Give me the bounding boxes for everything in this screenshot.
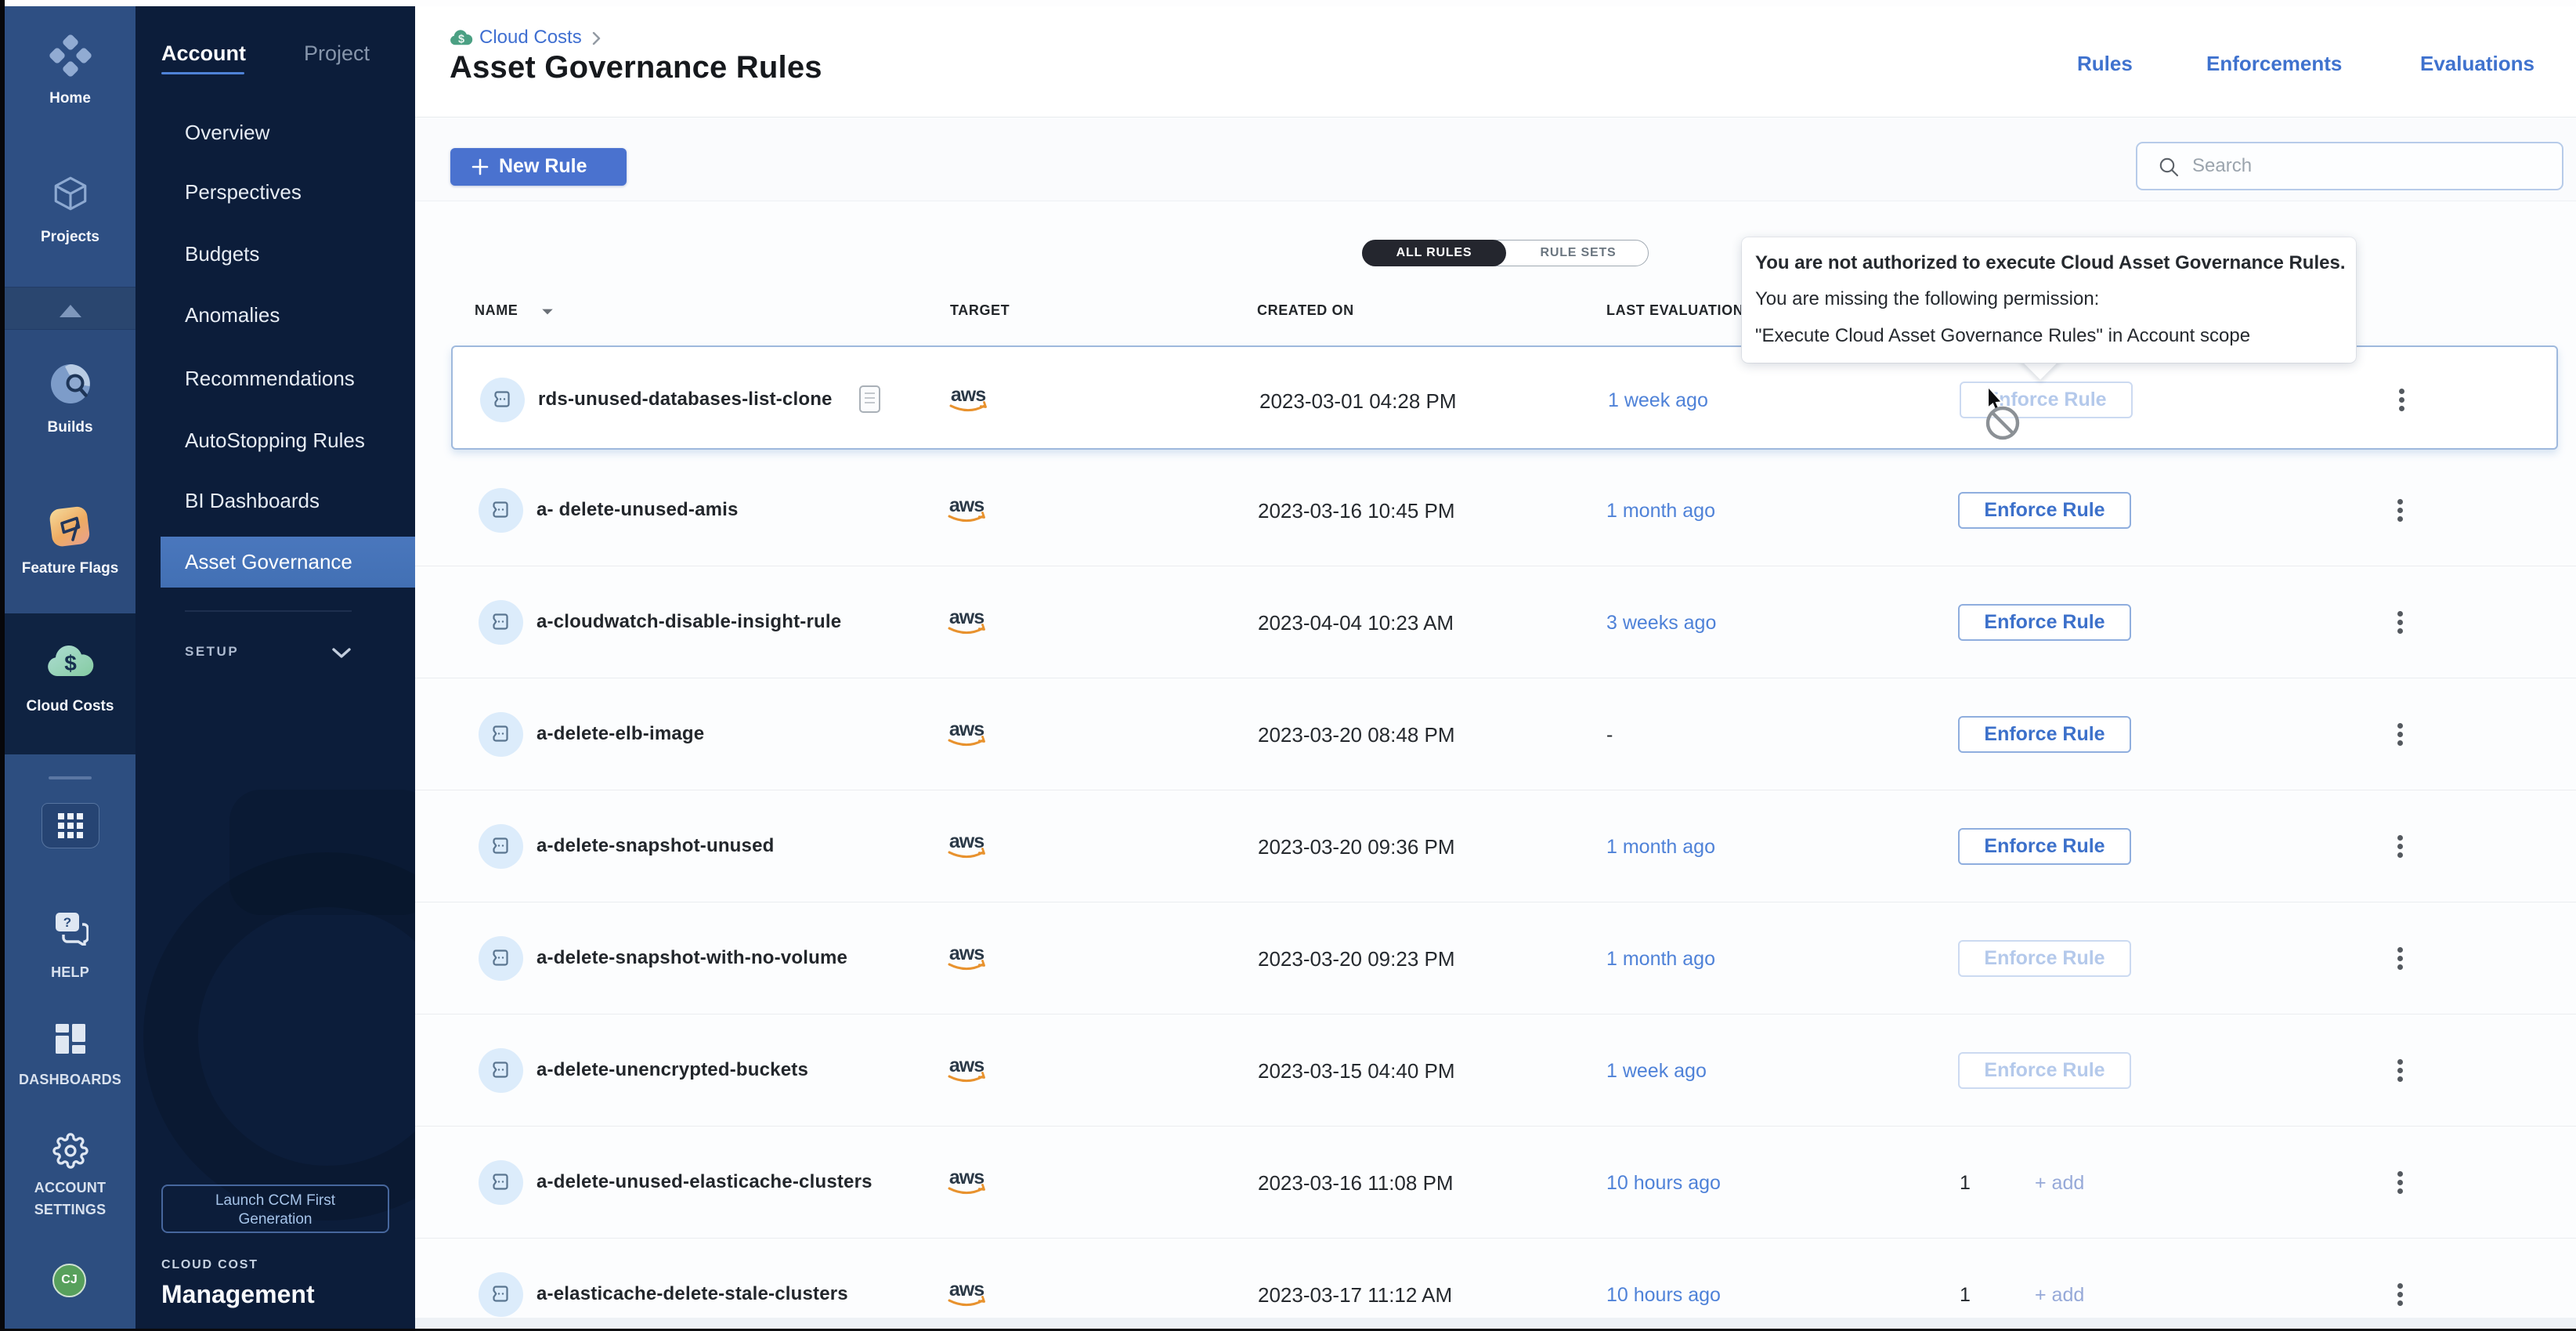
svg-text:aws: aws [949,1166,984,1188]
svg-text:aws: aws [949,606,984,628]
svg-text:aws: aws [949,718,984,740]
svg-text:aws: aws [951,384,985,406]
svg-text:aws: aws [949,1054,984,1076]
svg-text:?: ? [63,915,70,930]
svg-text:aws: aws [949,494,984,516]
svg-text:$: $ [458,33,464,45]
svg-text:$: $ [64,651,77,675]
svg-text:aws: aws [949,1279,984,1300]
svg-text:aws: aws [949,830,984,852]
svg-text:aws: aws [949,942,984,964]
